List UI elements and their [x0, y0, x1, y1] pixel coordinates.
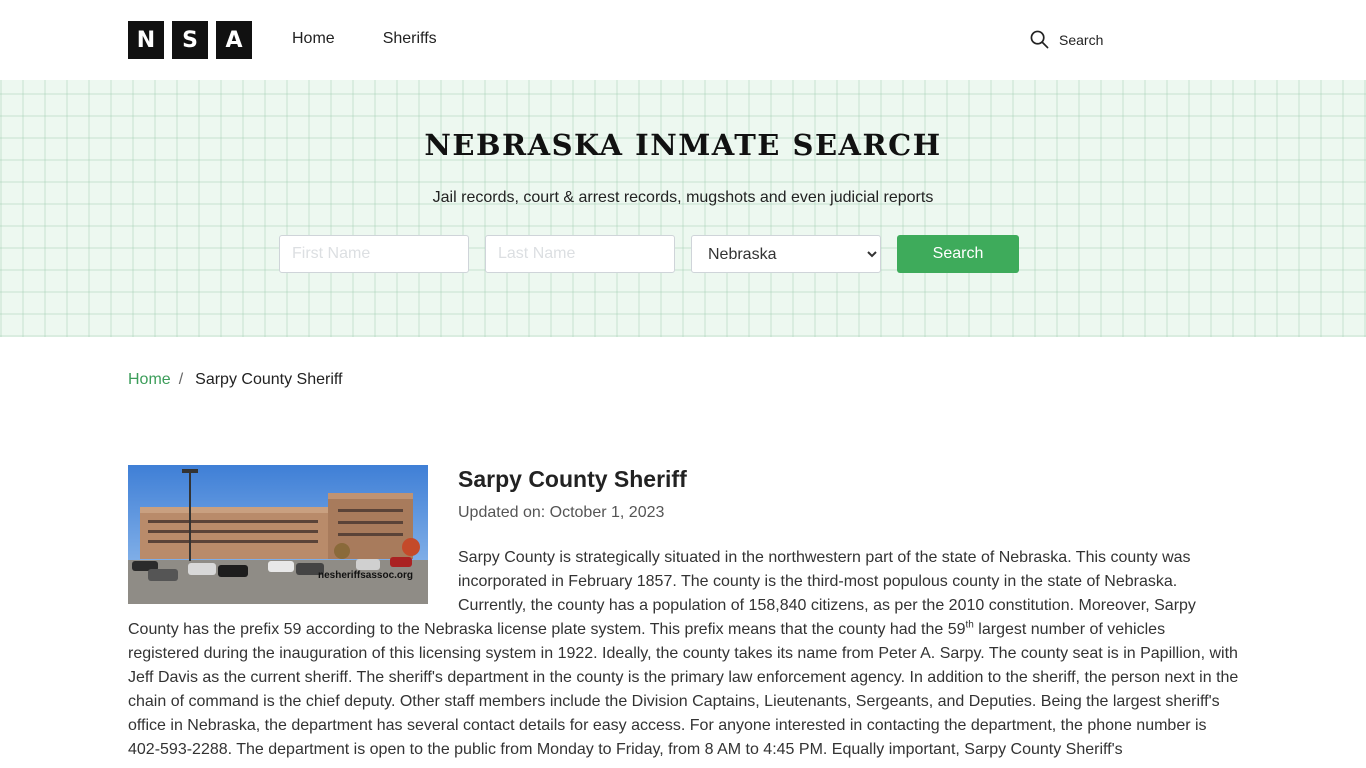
- nav-home-link[interactable]: Home: [292, 30, 335, 48]
- hero-subtitle: Jail records, court & arrest records, mu…: [432, 189, 934, 206]
- first-name-input[interactable]: [279, 235, 469, 273]
- search-icon: [1030, 30, 1049, 49]
- header-search-label: Search: [1059, 31, 1104, 48]
- breadcrumb-current: Sarpy County Sheriff: [195, 371, 343, 388]
- breadcrumb-home-link[interactable]: Home: [128, 371, 171, 389]
- logo-letter-a: A: [216, 21, 252, 59]
- site-header: N S A Home Sheriffs Search: [0, 0, 1366, 80]
- logo-letter-s: S: [172, 21, 208, 59]
- hero-title: NEBRASKA INMATE SEARCH: [424, 128, 942, 162]
- sheriff-building-photo: nesheriffsassoc.org: [128, 465, 428, 604]
- inmate-search-form: Nebraska Search: [279, 235, 1019, 273]
- last-name-input[interactable]: [485, 235, 675, 273]
- breadcrumb-separator: /: [178, 371, 184, 388]
- article-body-sup: th: [965, 619, 974, 631]
- nsa-logo[interactable]: N S A: [128, 21, 258, 59]
- state-select[interactable]: Nebraska: [691, 235, 881, 273]
- breadcrumb: Home / Sarpy County Sheriff: [128, 371, 342, 389]
- sheriff-article: nesheriffsassoc.org Sarpy County Sheriff…: [128, 465, 1240, 762]
- photo-watermark: nesheriffsassoc.org: [318, 570, 414, 581]
- header-search-button[interactable]: Search: [1030, 30, 1103, 49]
- hero-search-section: NEBRASKA INMATE SEARCH Jail records, cou…: [0, 80, 1366, 337]
- logo-letter-n: N: [128, 21, 164, 59]
- updated-date: October 1, 2023: [549, 504, 665, 521]
- nav-sheriffs-link[interactable]: Sheriffs: [383, 30, 437, 48]
- updated-label: Updated on:: [458, 504, 546, 521]
- main-nav: Home Sheriffs: [292, 30, 437, 48]
- search-submit-button[interactable]: Search: [897, 235, 1019, 273]
- article-body-text-2: largest number of vehicles registered du…: [128, 621, 1239, 758]
